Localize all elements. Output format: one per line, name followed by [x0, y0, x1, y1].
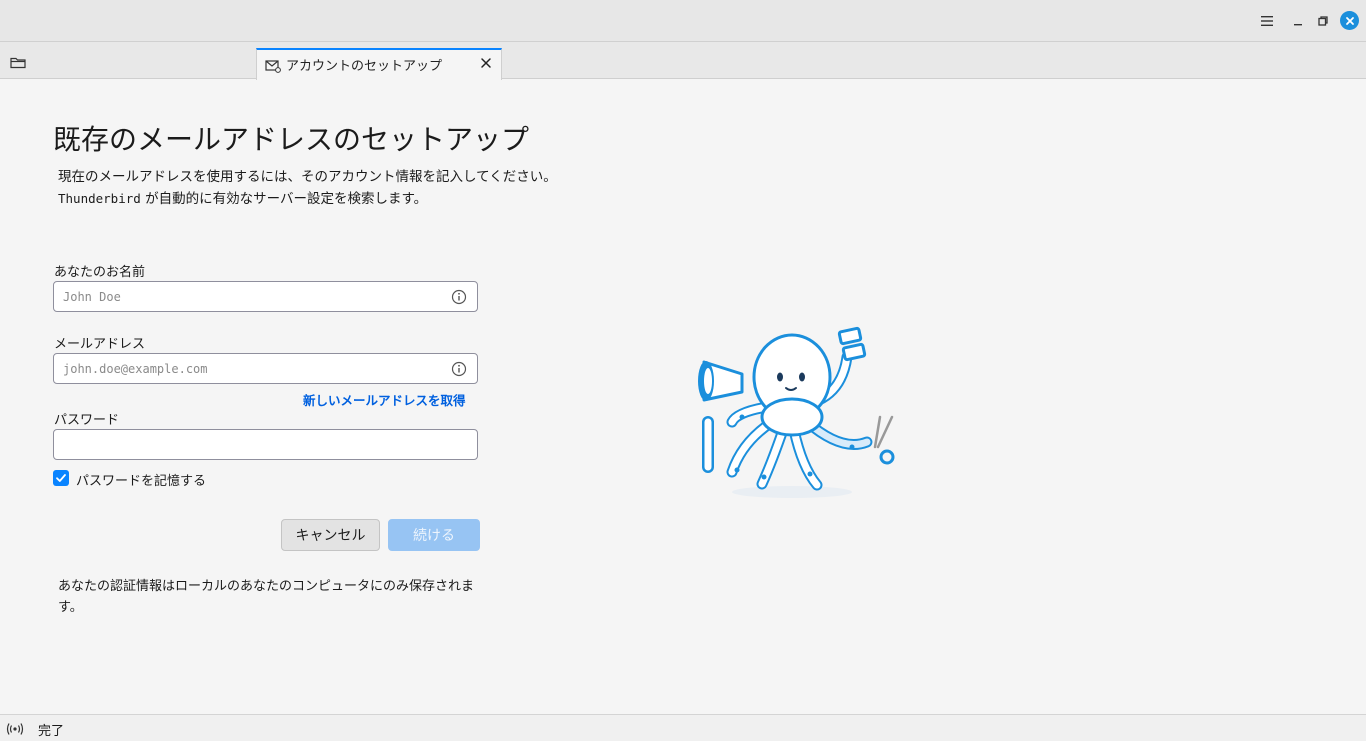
- info-icon[interactable]: [451, 289, 467, 305]
- intro-line-1: 現在のメールアドレスを使用するには、そのアカウント情報を記入してください。: [58, 169, 557, 185]
- online-status-icon[interactable]: [6, 721, 24, 737]
- name-label: あなたのお名前: [54, 265, 146, 280]
- password-input[interactable]: [53, 429, 478, 460]
- folder-icon[interactable]: [10, 54, 28, 69]
- name-input[interactable]: John Doe: [53, 281, 478, 312]
- restore-icon[interactable]: [1313, 11, 1333, 31]
- new-email-link[interactable]: 新しいメールアドレスを取得: [303, 390, 466, 409]
- mail-setup-icon: [265, 58, 281, 77]
- tab-account-setup[interactable]: アカウントのセットアップ: [256, 48, 502, 80]
- app-name: Thunderbird: [58, 191, 141, 206]
- info-icon[interactable]: [451, 361, 467, 377]
- email-placeholder: john.doe@example.com: [63, 362, 208, 376]
- intro-line-2: Thunderbird が自動的に有効なサーバー設定を検索します。: [58, 188, 557, 210]
- password-label: パスワード: [54, 413, 120, 428]
- email-label: メールアドレス: [54, 337, 146, 352]
- cancel-button[interactable]: キャンセル: [281, 519, 380, 551]
- hamburger-menu-icon[interactable]: [1257, 11, 1277, 31]
- checkmark-icon: [56, 474, 66, 482]
- status-text: 完了: [38, 724, 65, 739]
- intro-line-2-rest: が自動的に有効なサーバー設定を検索します。: [140, 191, 428, 207]
- name-placeholder: John Doe: [63, 290, 121, 304]
- credentials-note: あなたの認証情報はローカルのあなたのコンピュータにのみ保存されます。: [58, 579, 475, 615]
- minimize-icon[interactable]: [1288, 11, 1308, 31]
- tab-bar: アカウントのセットアップ: [0, 42, 1366, 80]
- title-bar: [0, 0, 1366, 42]
- email-input[interactable]: john.doe@example.com: [53, 353, 478, 384]
- status-bar: 完了: [0, 714, 1366, 741]
- tab-close-icon[interactable]: [479, 55, 493, 69]
- tab-label: アカウントのセットアップ: [286, 59, 443, 74]
- page-title: 既存のメールアドレスのセットアップ: [53, 123, 530, 156]
- continue-button[interactable]: 続ける: [388, 519, 480, 551]
- remember-password-checkbox[interactable]: [53, 470, 69, 486]
- remember-password-label[interactable]: パスワードを記憶する: [76, 470, 206, 489]
- intro-text: 現在のメールアドレスを使用するには、そのアカウント情報を記入してください。 Th…: [58, 166, 557, 210]
- octopus-mascot-illustration: [692, 322, 902, 502]
- close-icon[interactable]: [1340, 11, 1359, 30]
